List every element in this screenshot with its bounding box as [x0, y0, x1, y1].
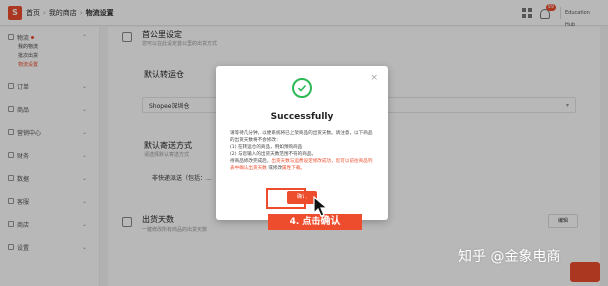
- modal-body-line: 请等待几分钟，以便系统将已上架商品的出货天数。请注意，以下商品的出货天数将不会修…: [230, 131, 373, 143]
- modal-body-line: (1) 在转运仓的商品，例如预购商品: [230, 145, 303, 150]
- modal-body-line: (2) 与您输入的出货天数范围不符的商品。: [230, 152, 317, 157]
- modal-link-days-to-ship[interactable]: 出货天数: [248, 166, 266, 171]
- modal-body: 请等待几分钟，以便系统将已上架商品的出货天数。请注意，以下商品的出货天数将不会修…: [230, 130, 376, 172]
- watermark: 知乎 @金象电商: [458, 249, 561, 265]
- success-check-icon: [292, 78, 312, 98]
- modal-title: Successfully: [270, 112, 334, 122]
- modal-body-line: 待商品修改完成后，出货天数与运费设定修改成功，您可以前往商品列表中确认出货天数 …: [230, 159, 373, 171]
- mouse-pointer-icon: [313, 196, 329, 217]
- modal-link-attribute-download[interactable]: 属性下载。: [282, 166, 305, 171]
- close-icon[interactable]: ×: [370, 74, 378, 83]
- confirm-button-highlight-frame: [266, 188, 306, 209]
